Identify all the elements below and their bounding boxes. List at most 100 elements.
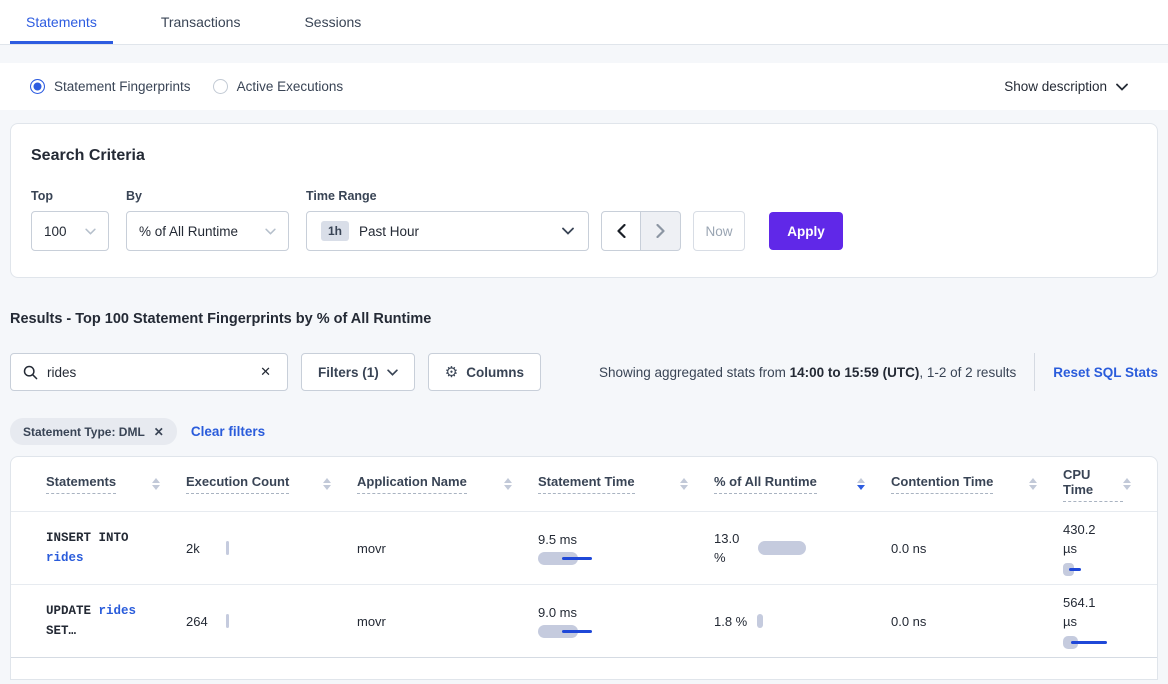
chevron-left-icon [617,224,626,238]
sort-icon[interactable] [680,478,688,490]
tab-bar: Statements Transactions Sessions [0,0,1168,45]
statement-time-value: 9.0 ms [538,605,608,620]
statement-time-cell: 9.5 ms [538,532,714,565]
previous-time-button[interactable] [601,211,641,251]
results-heading: Results - Top 100 Statement Fingerprints… [10,311,1158,327]
statement-cell: INSERT INTO rides [11,528,186,568]
vertical-divider [1034,353,1035,391]
col-header-label[interactable]: Contention Time [891,474,993,494]
reset-sql-stats-link[interactable]: Reset SQL Stats [1053,365,1158,380]
by-label: By [126,189,289,203]
tab-sessions[interactable]: Sessions [288,2,377,44]
pct-runtime-cell: 13.0 % [714,529,891,567]
radio-statement-fingerprints[interactable]: Statement Fingerprints [30,79,191,94]
cpu-time-bar [1063,563,1103,576]
pct-runtime-bar [758,541,806,555]
show-description-toggle[interactable]: Show description [1004,79,1128,94]
cpu-time-bar [1063,636,1113,649]
execution-count-value: 2k [186,541,226,556]
statement-link[interactable]: rides [99,604,137,618]
top-field: Top 100 [31,189,109,251]
cpu-time-cell: 564.1 µs [1063,593,1157,649]
col-header-label[interactable]: Statement Time [538,474,635,494]
top-value: 100 [44,224,67,239]
search-box: ✕ [10,353,288,391]
remove-filter-icon[interactable]: ✕ [154,425,164,439]
application-name-cell: movr [357,614,538,629]
statement-time-value: 9.5 ms [538,532,608,547]
sort-icon[interactable] [1029,478,1037,490]
radio-selected-icon [30,79,45,94]
by-field: By % of All Runtime [126,189,289,251]
by-select[interactable]: % of All Runtime [126,211,289,251]
execution-count-bar [226,614,229,628]
clear-search-icon[interactable]: ✕ [256,362,275,382]
next-time-button[interactable] [641,211,681,251]
col-header-label[interactable]: % of All Runtime [714,474,817,494]
statement-time-bar [538,625,608,638]
search-input[interactable] [47,365,256,380]
chevron-down-icon [265,228,276,235]
filters-button[interactable]: Filters (1) [301,353,415,391]
radio-unselected-icon [213,79,228,94]
columns-button[interactable]: ⚙ Columns [428,353,541,391]
sql-activity-page: Statements Transactions Sessions Stateme… [0,0,1168,684]
search-criteria-panel: Search Criteria Top 100 By % of All Runt… [10,123,1158,278]
search-criteria-title: Search Criteria [31,147,1137,165]
tab-statements[interactable]: Statements [10,2,113,44]
apply-button[interactable]: Apply [769,212,843,250]
time-range-label: Time Range [306,189,589,203]
pct-runtime-bar [757,614,763,628]
stats-suffix: , 1-2 of 2 results [919,365,1016,380]
sql-text: SET… [46,624,76,638]
chevron-down-icon [85,228,96,235]
pct-runtime-value: 1.8 % [714,614,747,629]
top-label: Top [31,189,109,203]
col-header-label[interactable]: Statements [46,474,116,494]
by-value: % of All Runtime [139,224,238,239]
stats-time-range: 14:00 to 15:59 (UTC) [790,365,920,380]
filter-chip-label: Statement Type: DML [23,425,145,439]
criteria-controls: Top 100 By % of All Runtime Time Range 1… [31,189,1137,251]
time-range-value: Past Hour [359,224,419,239]
gear-icon: ⚙ [445,363,458,381]
execution-count-value: 264 [186,614,226,629]
radio-label: Statement Fingerprints [54,79,191,94]
clear-filters-link[interactable]: Clear filters [191,424,265,439]
sort-icon[interactable] [504,478,512,490]
statements-table: Statements Execution Count Application N… [10,456,1158,680]
statement-time-cell: 9.0 ms [538,605,714,638]
time-range-badge: 1h [321,221,349,241]
cpu-time-cell: 430.2 µs [1063,520,1157,576]
top-select[interactable]: 100 [31,211,109,251]
tab-transactions[interactable]: Transactions [145,2,257,44]
table-header-row: Statements Execution Count Application N… [11,457,1157,512]
columns-label: Columns [466,365,524,380]
col-header-application-name: Application Name [357,457,538,511]
show-description-label: Show description [1004,79,1107,94]
statement-time-bar [538,552,608,565]
contention-time-value: 0.0 ns [891,541,926,556]
sort-icon-descending[interactable] [857,478,865,490]
pct-runtime-value: 13.0 % [714,529,748,567]
col-header-label[interactable]: Execution Count [186,474,289,494]
now-button[interactable]: Now [693,211,745,251]
active-filters-row: Statement Type: DML ✕ Clear filters [10,418,1158,445]
sql-text: UPDATE [46,604,91,618]
statement-cell: UPDATE rides SET… [11,601,186,641]
sort-icon[interactable] [152,478,160,490]
search-icon [23,365,38,380]
col-header-statement-time: Statement Time [538,457,714,511]
col-header-label[interactable]: Application Name [357,474,467,494]
contention-time-cell: 0.0 ns [891,541,1063,556]
col-header-label[interactable]: CPU Time [1063,467,1123,502]
sql-text: INSERT INTO [46,531,129,545]
filter-chip-statement-type[interactable]: Statement Type: DML ✕ [10,418,177,445]
sort-icon[interactable] [323,478,331,490]
statement-link[interactable]: rides [46,551,84,565]
col-header-execution-count: Execution Count [186,457,357,511]
time-range-select[interactable]: 1h Past Hour [306,211,589,251]
sort-icon[interactable] [1123,478,1131,490]
radio-active-executions[interactable]: Active Executions [213,79,344,94]
table-row: INSERT INTO rides 2k movr 9.5 ms [11,512,1157,585]
